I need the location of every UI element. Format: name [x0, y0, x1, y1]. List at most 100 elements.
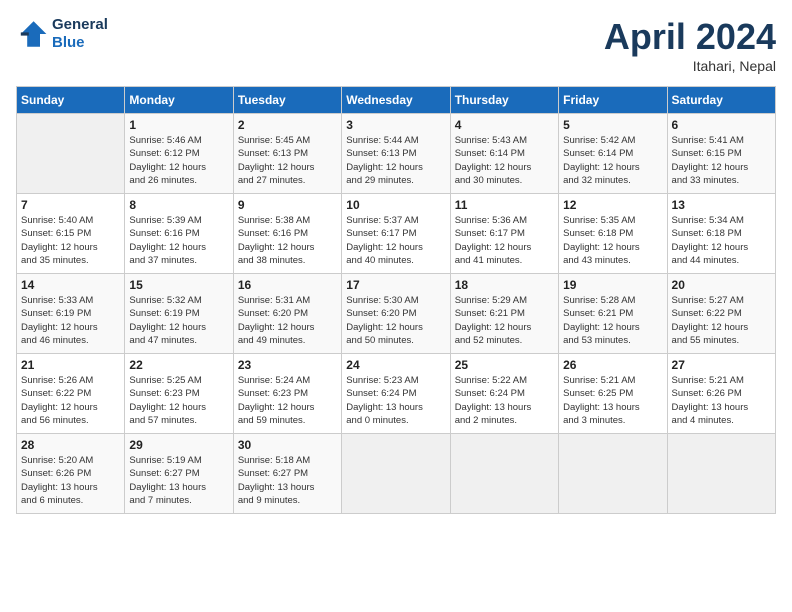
day-number: 26	[563, 358, 662, 372]
week-row-2: 7 Sunrise: 5:40 AM Sunset: 6:15 PM Daylig…	[17, 194, 776, 274]
day-number: 5	[563, 118, 662, 132]
logo-icon	[16, 18, 48, 50]
week-row-4: 21 Sunrise: 5:26 AM Sunset: 6:22 PM Dayli…	[17, 354, 776, 434]
calendar-cell: 25 Sunrise: 5:22 AM Sunset: 6:24 PM Dayli…	[450, 354, 558, 434]
day-number: 21	[21, 358, 120, 372]
day-number: 28	[21, 438, 120, 452]
day-info: Sunrise: 5:21 AM Sunset: 6:25 PM Dayligh…	[563, 374, 662, 427]
calendar-cell: 1 Sunrise: 5:46 AM Sunset: 6:12 PM Daylig…	[125, 114, 233, 194]
day-number: 15	[129, 278, 228, 292]
calendar-header: SundayMondayTuesdayWednesdayThursdayFrid…	[17, 87, 776, 114]
day-info: Sunrise: 5:37 AM Sunset: 6:17 PM Dayligh…	[346, 214, 445, 267]
calendar-cell: 27 Sunrise: 5:21 AM Sunset: 6:26 PM Dayli…	[667, 354, 775, 434]
day-number: 27	[672, 358, 771, 372]
day-number: 2	[238, 118, 337, 132]
day-number: 1	[129, 118, 228, 132]
day-info: Sunrise: 5:35 AM Sunset: 6:18 PM Dayligh…	[563, 214, 662, 267]
day-info: Sunrise: 5:21 AM Sunset: 6:26 PM Dayligh…	[672, 374, 771, 427]
header-row: SundayMondayTuesdayWednesdayThursdayFrid…	[17, 87, 776, 114]
day-info: Sunrise: 5:43 AM Sunset: 6:14 PM Dayligh…	[455, 134, 554, 187]
day-number: 24	[346, 358, 445, 372]
calendar-cell: 20 Sunrise: 5:27 AM Sunset: 6:22 PM Dayli…	[667, 274, 775, 354]
day-info: Sunrise: 5:34 AM Sunset: 6:18 PM Dayligh…	[672, 214, 771, 267]
logo: General Blue	[16, 16, 108, 52]
day-number: 9	[238, 198, 337, 212]
day-info: Sunrise: 5:22 AM Sunset: 6:24 PM Dayligh…	[455, 374, 554, 427]
day-info: Sunrise: 5:41 AM Sunset: 6:15 PM Dayligh…	[672, 134, 771, 187]
month-title: April 2024	[604, 16, 776, 58]
day-info: Sunrise: 5:25 AM Sunset: 6:23 PM Dayligh…	[129, 374, 228, 427]
day-number: 10	[346, 198, 445, 212]
week-row-5: 28 Sunrise: 5:20 AM Sunset: 6:26 PM Dayli…	[17, 434, 776, 514]
page-header: General Blue April 2024 Itahari, Nepal	[16, 16, 776, 74]
week-row-1: 1 Sunrise: 5:46 AM Sunset: 6:12 PM Daylig…	[17, 114, 776, 194]
day-number: 8	[129, 198, 228, 212]
day-number: 4	[455, 118, 554, 132]
column-header-monday: Monday	[125, 87, 233, 114]
column-header-thursday: Thursday	[450, 87, 558, 114]
day-info: Sunrise: 5:20 AM Sunset: 6:26 PM Dayligh…	[21, 454, 120, 507]
day-info: Sunrise: 5:24 AM Sunset: 6:23 PM Dayligh…	[238, 374, 337, 427]
day-number: 7	[21, 198, 120, 212]
calendar-cell: 6Sunrise: 5:41 AM Sunset: 6:15 PM Daylig…	[667, 114, 775, 194]
day-info: Sunrise: 5:36 AM Sunset: 6:17 PM Dayligh…	[455, 214, 554, 267]
calendar-cell: 23 Sunrise: 5:24 AM Sunset: 6:23 PM Dayli…	[233, 354, 341, 434]
day-info: Sunrise: 5:29 AM Sunset: 6:21 PM Dayligh…	[455, 294, 554, 347]
calendar-cell: 24 Sunrise: 5:23 AM Sunset: 6:24 PM Dayli…	[342, 354, 450, 434]
calendar-cell: 22 Sunrise: 5:25 AM Sunset: 6:23 PM Dayli…	[125, 354, 233, 434]
calendar-cell: 16Sunrise: 5:31 AM Sunset: 6:20 PM Dayli…	[233, 274, 341, 354]
calendar-cell	[667, 434, 775, 514]
day-info: Sunrise: 5:32 AM Sunset: 6:19 PM Dayligh…	[129, 294, 228, 347]
column-header-friday: Friday	[559, 87, 667, 114]
calendar-table: SundayMondayTuesdayWednesdayThursdayFrid…	[16, 86, 776, 514]
day-info: Sunrise: 5:19 AM Sunset: 6:27 PM Dayligh…	[129, 454, 228, 507]
day-number: 20	[672, 278, 771, 292]
day-info: Sunrise: 5:45 AM Sunset: 6:13 PM Dayligh…	[238, 134, 337, 187]
day-info: Sunrise: 5:44 AM Sunset: 6:13 PM Dayligh…	[346, 134, 445, 187]
location-label: Itahari, Nepal	[604, 58, 776, 74]
day-number: 23	[238, 358, 337, 372]
column-header-wednesday: Wednesday	[342, 87, 450, 114]
calendar-cell: 10 Sunrise: 5:37 AM Sunset: 6:17 PM Dayli…	[342, 194, 450, 274]
column-header-tuesday: Tuesday	[233, 87, 341, 114]
day-number: 18	[455, 278, 554, 292]
day-number: 25	[455, 358, 554, 372]
day-info: Sunrise: 5:33 AM Sunset: 6:19 PM Dayligh…	[21, 294, 120, 347]
calendar-cell	[450, 434, 558, 514]
day-info: Sunrise: 5:18 AM Sunset: 6:27 PM Dayligh…	[238, 454, 337, 507]
calendar-cell: 3 Sunrise: 5:44 AM Sunset: 6:13 PM Daylig…	[342, 114, 450, 194]
day-info: Sunrise: 5:40 AM Sunset: 6:15 PM Dayligh…	[21, 214, 120, 267]
day-number: 22	[129, 358, 228, 372]
day-info: Sunrise: 5:39 AM Sunset: 6:16 PM Dayligh…	[129, 214, 228, 267]
day-number: 29	[129, 438, 228, 452]
calendar-cell: 15 Sunrise: 5:32 AM Sunset: 6:19 PM Dayli…	[125, 274, 233, 354]
calendar-cell: 26 Sunrise: 5:21 AM Sunset: 6:25 PM Dayli…	[559, 354, 667, 434]
title-block: April 2024 Itahari, Nepal	[604, 16, 776, 74]
day-number: 30	[238, 438, 337, 452]
calendar-cell: 18 Sunrise: 5:29 AM Sunset: 6:21 PM Dayli…	[450, 274, 558, 354]
day-info: Sunrise: 5:23 AM Sunset: 6:24 PM Dayligh…	[346, 374, 445, 427]
calendar-cell: 28 Sunrise: 5:20 AM Sunset: 6:26 PM Dayli…	[17, 434, 125, 514]
calendar-cell: 30 Sunrise: 5:18 AM Sunset: 6:27 PM Dayli…	[233, 434, 341, 514]
logo-text: General Blue	[52, 16, 108, 52]
week-row-3: 14Sunrise: 5:33 AM Sunset: 6:19 PM Dayli…	[17, 274, 776, 354]
column-header-saturday: Saturday	[667, 87, 775, 114]
day-info: Sunrise: 5:26 AM Sunset: 6:22 PM Dayligh…	[21, 374, 120, 427]
calendar-cell	[559, 434, 667, 514]
calendar-cell: 29 Sunrise: 5:19 AM Sunset: 6:27 PM Dayli…	[125, 434, 233, 514]
day-info: Sunrise: 5:28 AM Sunset: 6:21 PM Dayligh…	[563, 294, 662, 347]
day-number: 3	[346, 118, 445, 132]
calendar-cell: 9Sunrise: 5:38 AM Sunset: 6:16 PM Daylig…	[233, 194, 341, 274]
calendar-cell	[342, 434, 450, 514]
day-info: Sunrise: 5:30 AM Sunset: 6:20 PM Dayligh…	[346, 294, 445, 347]
day-info: Sunrise: 5:31 AM Sunset: 6:20 PM Dayligh…	[238, 294, 337, 347]
calendar-cell: 13Sunrise: 5:34 AM Sunset: 6:18 PM Dayli…	[667, 194, 775, 274]
day-info: Sunrise: 5:46 AM Sunset: 6:12 PM Dayligh…	[129, 134, 228, 187]
calendar-cell: 19 Sunrise: 5:28 AM Sunset: 6:21 PM Dayli…	[559, 274, 667, 354]
calendar-cell: 14Sunrise: 5:33 AM Sunset: 6:19 PM Dayli…	[17, 274, 125, 354]
day-number: 19	[563, 278, 662, 292]
calendar-cell: 5Sunrise: 5:42 AM Sunset: 6:14 PM Daylig…	[559, 114, 667, 194]
day-info: Sunrise: 5:27 AM Sunset: 6:22 PM Dayligh…	[672, 294, 771, 347]
day-number: 17	[346, 278, 445, 292]
calendar-cell: 21 Sunrise: 5:26 AM Sunset: 6:22 PM Dayli…	[17, 354, 125, 434]
